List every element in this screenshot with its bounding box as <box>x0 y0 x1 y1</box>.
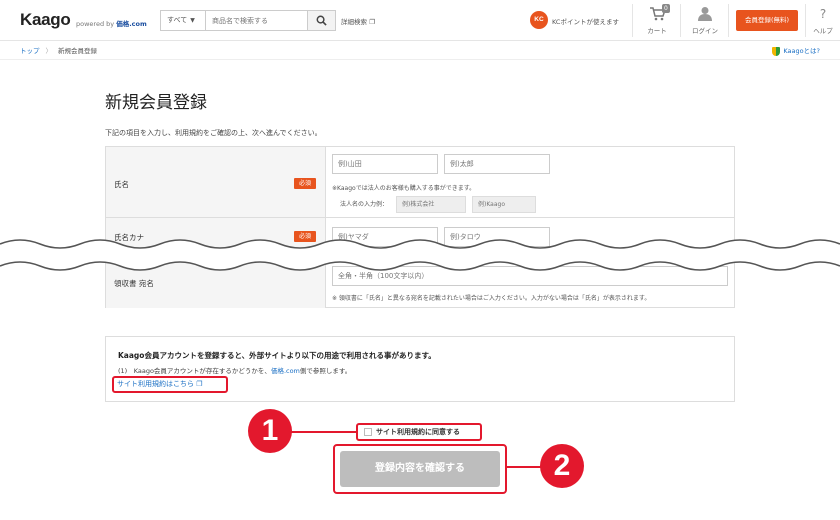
callout-connector-2 <box>507 466 543 468</box>
search-category-select[interactable]: すべて ▼ <box>161 11 206 30</box>
breadcrumb-home[interactable]: トップ <box>20 47 40 55</box>
login-label: ログイン <box>692 27 718 35</box>
search-box: すべて ▼ <box>160 10 336 31</box>
search-button[interactable] <box>307 11 335 30</box>
advanced-search-link[interactable]: 詳細検索 ❐ <box>341 16 375 26</box>
user-icon <box>698 6 712 23</box>
required-badge: 必須 <box>294 178 316 189</box>
powered-brand: 価格.com <box>116 20 147 28</box>
beginner-leaf-icon <box>772 46 781 56</box>
notice-line: (1) Kaago会員アカウントが存在するかどうかを、価格.com側で参照します… <box>118 365 351 375</box>
receipt-note: ※ 領収書に「氏名」と異なる宛名を記載されたい場合はご入力ください。入力がない場… <box>332 295 651 302</box>
terms-link[interactable]: サイト利用規約はこちら ❐ <box>112 376 228 393</box>
window-icon: ❐ <box>196 380 203 388</box>
cart-button[interactable]: 0 カート <box>640 4 674 35</box>
header-divider <box>728 4 729 37</box>
notice-line-prefix: (1) Kaago会員アカウントが存在するかどうかを、 <box>118 367 271 375</box>
chevron-right-icon: 〉 <box>45 47 53 55</box>
search-category-label: すべて <box>167 16 188 24</box>
receipt-label: 領収書 宛名 <box>114 279 154 288</box>
cart-label: カート <box>647 27 667 35</box>
corporate-example-label: 法人名の入力例： <box>340 201 389 208</box>
notice-line-suffix: 側で参照します。 <box>299 367 352 375</box>
site-header: Kaago powered by 価格.com すべて▼ 詳細検索 ❐ KC K… <box>0 0 840 41</box>
breadcrumb: トップ〉新規会員登録 <box>20 45 97 55</box>
breadcrumb-current: 新規会員登録 <box>58 47 97 55</box>
login-button[interactable]: ログイン <box>688 6 722 35</box>
help-button[interactable]: ? ヘルプ <box>810 6 836 35</box>
cart-icon: 0 <box>648 4 670 23</box>
first-name-input[interactable] <box>444 154 550 174</box>
kaago-logo[interactable]: Kaago <box>20 10 71 30</box>
terms-link-label: サイト利用規約はこちら <box>117 380 194 388</box>
corporate-note: ※Kaagoでは法人のお客様も購入する事ができます。 <box>332 185 476 192</box>
callout-marker-2: 2 <box>540 444 584 488</box>
corporate-example-1 <box>396 196 466 213</box>
powered-prefix: powered by <box>76 20 115 28</box>
agree-terms-checkbox[interactable]: サイト利用規約に同意する <box>356 423 482 441</box>
registration-form: 氏名 必須 ※Kaagoでは法人のお客様も購入する事ができます。 法人名の入力例… <box>105 146 735 308</box>
kaago-about-label: Kaagoとは? <box>783 47 820 55</box>
help-icon: ? <box>819 7 827 21</box>
page-title: 新規会員登録 <box>105 93 207 113</box>
header-divider <box>680 4 681 37</box>
confirm-registration-button[interactable]: 登録内容を確認する <box>340 451 500 487</box>
callout-marker-1: 1 <box>248 409 292 453</box>
powered-by: powered by 価格.com <box>76 18 147 28</box>
help-label: ヘルプ <box>813 27 833 35</box>
wave-break-graphic <box>0 239 840 271</box>
advanced-search-label: 詳細検索 <box>341 18 367 26</box>
checkbox-icon <box>364 428 372 436</box>
name-label: 氏名 <box>114 180 129 189</box>
header-divider <box>632 4 633 37</box>
notice-title: Kaago会員アカウントを登録すると、外部サイトより以下の用途で利用される事があ… <box>118 351 436 360</box>
chevron-down-icon: ▼ <box>190 17 195 24</box>
cart-count-badge: 0 <box>662 4 670 13</box>
window-icon: ❐ <box>369 18 375 26</box>
callout-connector-1 <box>290 431 356 433</box>
kc-point-text[interactable]: KCポイントが使えます <box>552 16 619 26</box>
kaago-about-link[interactable]: Kaagoとは? <box>772 45 820 56</box>
kakaku-link[interactable]: 価格.com <box>271 367 300 375</box>
search-input[interactable] <box>206 11 308 30</box>
corporate-example-2 <box>472 196 536 213</box>
intro-text: 下記の項目を入力し、利用規約をご確認の上、次へ進んでください。 <box>105 129 322 137</box>
header-divider <box>805 4 806 37</box>
kc-point-icon: KC <box>530 11 548 29</box>
label-cell: 氏名 必須 <box>106 147 326 217</box>
signup-button[interactable]: 会員登録(無料) <box>736 10 798 31</box>
search-icon <box>316 15 327 26</box>
form-row-name: 氏名 必須 ※Kaagoでは法人のお客様も購入する事ができます。 法人名の入力例… <box>106 147 734 218</box>
agree-label: サイト利用規約に同意する <box>376 428 460 436</box>
submit-highlight: 登録内容を確認する <box>333 444 507 494</box>
last-name-input[interactable] <box>332 154 438 174</box>
